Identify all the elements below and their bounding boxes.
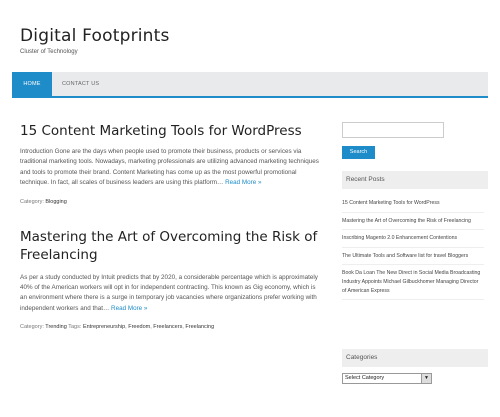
recent-post-item[interactable]: The Ultimate Tools and Software list for… [342, 252, 484, 266]
read-more-link[interactable]: Read More » [225, 179, 261, 186]
recent-post-item[interactable]: Book Da Loan The New Direct in Social Me… [342, 269, 484, 301]
nav-item-contact-us[interactable]: Contact Us [62, 72, 99, 96]
post-excerpt: Introduction Gone are the days when peop… [20, 147, 322, 189]
post-meta: Category: Blogging [20, 199, 322, 205]
sidebar: Search Recent Posts 15 Content Marketing… [342, 122, 488, 384]
categories-title: Categories [342, 349, 488, 367]
post-excerpt-text: As per a study conducted by Intuit predi… [20, 273, 318, 312]
tag-link[interactable]: Freelancers [153, 324, 182, 330]
tag-link[interactable]: Freedom [128, 324, 150, 330]
read-more-link[interactable]: Read More » [111, 305, 147, 312]
post-meta: Category: Trending Tags: Entrepreneurshi… [20, 324, 215, 331]
recent-posts-title: Recent Posts [342, 171, 488, 189]
search-button[interactable]: Search [342, 146, 375, 159]
tags-label: Tags: [68, 324, 82, 331]
post-excerpt: As per a study conducted by Intuit predi… [20, 273, 322, 315]
recent-post-item[interactable]: Mastering the Art of Overcoming the Risk… [342, 217, 484, 231]
category-select-value: Select Category [345, 375, 385, 381]
post-excerpt-text: Introduction Gone are the days when peop… [20, 148, 319, 187]
site-description: Cluster of Technology [20, 49, 78, 55]
chevron-down-icon: ▼ [421, 374, 431, 383]
tag-link[interactable]: Freelancing [185, 324, 214, 330]
site-title[interactable]: Digital Footprints [20, 26, 170, 46]
category-select[interactable]: Select Category ▼ [342, 373, 432, 384]
search-input[interactable] [342, 122, 444, 138]
category-label: Category: [20, 324, 44, 331]
nav-item-home[interactable]: Home [12, 72, 52, 96]
tag-link[interactable]: Entrepreneurship [83, 324, 125, 330]
site-header: Digital Footprints Cluster of Technology [20, 26, 170, 55]
post-list: 15 Content Marketing Tools for WordPress… [20, 122, 322, 330]
category-label: Category: [20, 198, 44, 205]
recent-post-item[interactable]: 15 Content Marketing Tools for WordPress [342, 199, 484, 213]
category-link[interactable]: Blogging [45, 199, 66, 205]
recent-posts-list: 15 Content Marketing Tools for WordPress… [342, 199, 484, 304]
main-navigation: Home Contact Us [12, 72, 488, 98]
recent-post-item[interactable]: Inscribing Magento 2.0 Enhancement Conte… [342, 234, 484, 248]
category-link[interactable]: Trending [45, 324, 67, 330]
post-title[interactable]: Mastering the Art of Overcoming the Risk… [20, 228, 322, 264]
post-title[interactable]: 15 Content Marketing Tools for WordPress [20, 122, 322, 140]
